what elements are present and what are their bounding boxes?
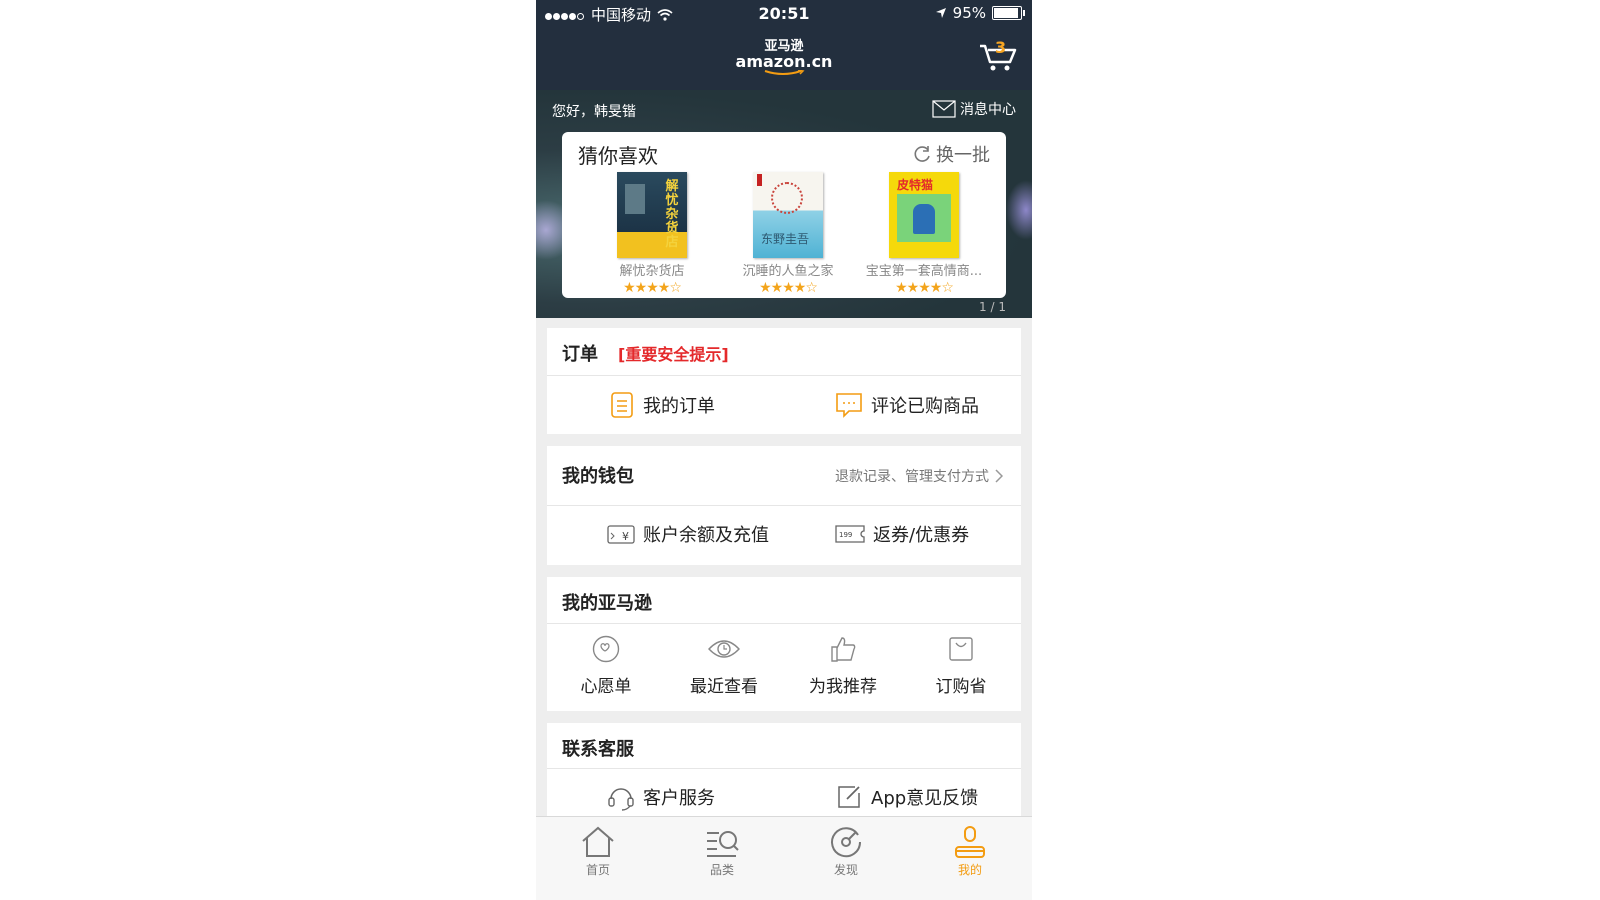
- my-orders-label: 我的订单: [643, 396, 715, 417]
- rating-stars: ★★★★☆: [623, 280, 682, 296]
- book-cover: 东野圭吾: [753, 172, 823, 258]
- cart-button[interactable]: 3: [978, 38, 1018, 72]
- svg-text:199: 199: [839, 531, 852, 539]
- customer-service-label: 客户服务: [643, 788, 715, 809]
- feedback-label: App意见反馈: [871, 788, 979, 809]
- message-center-label: 消息中心: [960, 102, 1016, 118]
- tab-categories[interactable]: 品类: [660, 825, 784, 878]
- recommended-button[interactable]: 为我推荐: [784, 634, 902, 697]
- my-orders-button[interactable]: 我的订单: [609, 391, 715, 419]
- book-item[interactable]: 皮特猫 宝宝第一套高情商... ★★★★☆: [856, 172, 992, 296]
- refresh-icon: [914, 146, 930, 162]
- wishlist-icon: [592, 635, 620, 663]
- book-cover-title: 皮特猫: [897, 178, 934, 192]
- wallet-section: 我的钱包 退款记录、管理支付方式 ¥ 账户余额及充值 199 返券/优惠券: [547, 446, 1021, 565]
- user-icon: [955, 826, 985, 858]
- amazon-logo[interactable]: 亚马逊 amazon.cn: [536, 40, 1032, 76]
- wallet-title: 我的钱包: [562, 466, 634, 487]
- phone-screen: 中国移动 20:51 95% 亚马逊 amazon.cn 3 您好，韩旻锴 消息…: [536, 0, 1032, 900]
- mail-icon: [932, 100, 956, 118]
- recommend-card: 猜你喜欢 换一批 解忧杂货店 解忧杂货店 ★★★★☆ 东野圭吾 沉睡的人鱼之家 …: [562, 132, 1006, 298]
- tab-discover[interactable]: 发现: [784, 825, 908, 878]
- my-amazon-section: 我的亚马逊 心愿单 最近查看 为我推荐 订购省: [547, 577, 1021, 711]
- location-icon: [935, 8, 946, 18]
- page-indicator: 1 / 1: [979, 300, 1006, 314]
- book-title: 宝宝第一套高情商...: [865, 264, 983, 279]
- eye-icon: [708, 640, 740, 658]
- wallet-manage-link[interactable]: 退款记录、管理支付方式: [835, 466, 1003, 486]
- book-title: 解忧杂货店: [619, 264, 685, 279]
- thumbs-up-icon: [831, 637, 856, 662]
- rating-stars: ★★★★☆: [895, 280, 954, 296]
- order-list-icon: [611, 392, 633, 418]
- logo-en-text: amazon.cn: [735, 52, 833, 71]
- wishlist-label: 心愿单: [580, 677, 632, 697]
- rating-stars: ★★★★☆: [759, 280, 818, 296]
- coupon-label: 返券/优惠券: [873, 525, 970, 546]
- chevron-right-icon: [995, 469, 1003, 483]
- orders-section: 订单 [重要安全提示] 我的订单 评论已购商品: [547, 328, 1021, 434]
- book-cover: 解忧杂货店: [617, 172, 687, 258]
- feedback-button[interactable]: App意见反馈: [835, 783, 978, 811]
- hero-banner: 您好，韩旻锴 消息中心 猜你喜欢 换一批 解忧杂货店 解忧杂货店 ★★★★☆ 东…: [536, 90, 1032, 318]
- shopping-bag-icon: [949, 637, 973, 661]
- tab-home-label: 首页: [585, 863, 610, 877]
- tab-discover-label: 发现: [833, 863, 858, 877]
- review-label: 评论已购商品: [871, 396, 979, 417]
- wishlist-button[interactable]: 心愿单: [547, 634, 665, 697]
- headset-icon: [608, 788, 634, 811]
- tab-me[interactable]: 我的: [908, 825, 1032, 878]
- message-center-button[interactable]: 消息中心: [932, 99, 1016, 119]
- my-amazon-title: 我的亚马逊: [562, 593, 652, 614]
- refresh-button[interactable]: 换一批: [912, 141, 990, 167]
- book-cover-title: 解忧杂货店: [665, 179, 679, 250]
- status-bar: 中国移动 20:51 95%: [536, 0, 1032, 28]
- refresh-label: 换一批: [936, 145, 990, 166]
- service-section: 联系客服 客户服务 App意见反馈: [547, 723, 1021, 823]
- compass-icon: [831, 827, 862, 858]
- tab-categories-label: 品类: [709, 863, 734, 877]
- battery-icon: [992, 6, 1025, 20]
- top-bar: 中国移动 20:51 95% 亚马逊 amazon.cn 3: [536, 0, 1032, 90]
- category-search-icon: [707, 831, 739, 857]
- book-cover: 皮特猫: [889, 172, 959, 258]
- book-item[interactable]: 东野圭吾 沉睡的人鱼之家 ★★★★☆: [720, 172, 856, 296]
- coupon-button[interactable]: 199 返券/优惠券: [835, 521, 969, 547]
- service-title: 联系客服: [562, 739, 634, 760]
- recommend-title: 猜你喜欢: [578, 144, 658, 168]
- bottom-tab-bar: 首页 品类 发现 我的: [536, 816, 1032, 900]
- recommended-label: 为我推荐: [809, 677, 877, 697]
- orders-title: 订单: [562, 344, 598, 365]
- subscribe-save-button[interactable]: 订购省: [902, 634, 1020, 697]
- battery-percent: 95%: [952, 4, 986, 22]
- wallet-link-label: 退款记录、管理支付方式: [835, 469, 989, 485]
- book-item[interactable]: 解忧杂货店 解忧杂货店 ★★★★☆: [584, 172, 720, 296]
- review-button[interactable]: 评论已购商品: [835, 391, 979, 419]
- customer-service-button[interactable]: 客户服务: [607, 783, 715, 811]
- book-title: 沉睡的人鱼之家: [742, 264, 834, 279]
- cart-count: 3: [995, 38, 1007, 57]
- greeting-text: 您好，韩旻锴: [552, 104, 636, 120]
- balance-label: 账户余额及充值: [643, 525, 769, 546]
- security-alert-link[interactable]: [重要安全提示]: [618, 341, 729, 365]
- tab-me-label: 我的: [957, 863, 982, 877]
- balance-button[interactable]: ¥ 账户余额及充值: [607, 521, 769, 547]
- comment-icon: [836, 393, 862, 418]
- home-icon: [582, 826, 614, 857]
- wallet-card-icon: ¥: [607, 525, 635, 544]
- recently-viewed-button[interactable]: 最近查看: [665, 634, 783, 697]
- edit-icon: [838, 786, 860, 808]
- recently-viewed-label: 最近查看: [690, 677, 758, 697]
- coupon-icon: 199: [835, 525, 865, 543]
- tab-home[interactable]: 首页: [536, 825, 660, 878]
- book-cover-title: 东野圭吾: [761, 232, 810, 246]
- subscribe-save-label: 订购省: [935, 677, 987, 697]
- svg-text:¥: ¥: [622, 530, 629, 543]
